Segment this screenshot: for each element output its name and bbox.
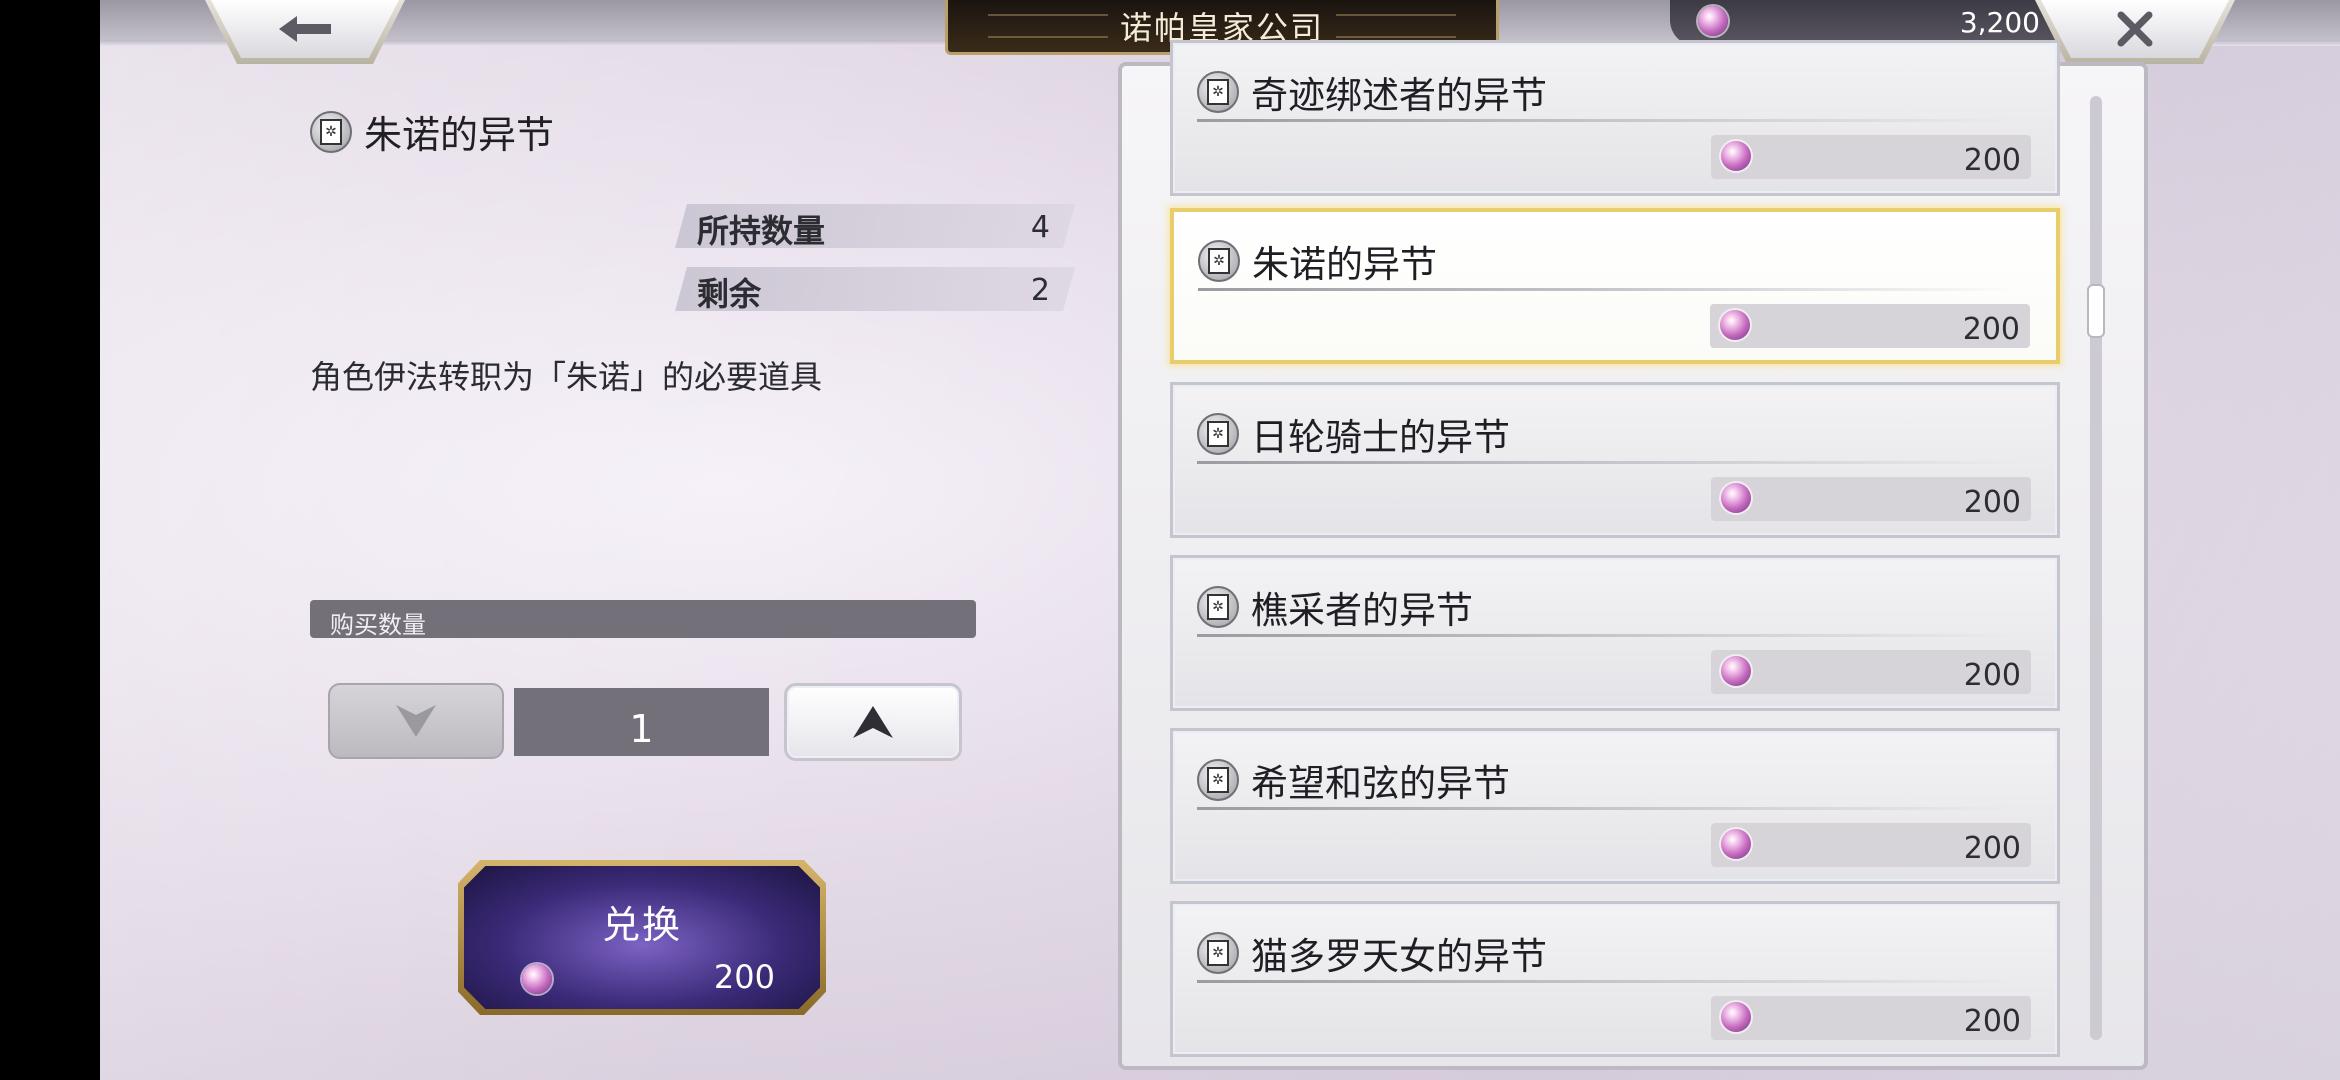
list-item[interactable]: ✲ 猫多罗天女的异节 200 — [1170, 901, 2060, 1057]
list-item-price: 200 — [1711, 477, 2031, 521]
gem-icon — [1721, 141, 1751, 171]
exchange-button-face[interactable]: 兑换 200 — [464, 866, 820, 1009]
gem-icon — [1721, 656, 1751, 686]
list-item-title: ✲ 希望和弦的异节 — [1197, 753, 1510, 807]
list-item-price: 200 — [1711, 823, 2031, 867]
list-item-title: ✲ 朱诺的异节 — [1198, 234, 1437, 288]
list-item-price-value: 200 — [1963, 1004, 2021, 1039]
detail-item-name: 朱诺的异节 — [364, 113, 555, 157]
book-icon: ✲ — [1197, 413, 1239, 455]
list-item-name: 猫多罗天女的异节 — [1251, 935, 1547, 978]
gem-icon — [1721, 1002, 1751, 1032]
list-item[interactable]: ✲ 日轮骑士的异节 200 — [1170, 382, 2060, 538]
divider — [1197, 807, 2017, 810]
gem-icon — [1721, 483, 1751, 513]
list-item-price-value: 200 — [1962, 312, 2020, 347]
quantity-decrease-button[interactable] — [328, 683, 504, 759]
divider — [1197, 980, 2017, 983]
list-item-price-value: 200 — [1963, 143, 2021, 178]
book-icon: ✲ — [1197, 759, 1239, 801]
back-button[interactable] — [205, 0, 405, 64]
list-item-title: ✲ 猫多罗天女的异节 — [1197, 926, 1547, 980]
quantity-label: 购买数量 — [330, 611, 426, 639]
list-item-price-value: 200 — [1963, 831, 2021, 866]
left-arrow-icon — [279, 16, 331, 42]
list-item-name: 希望和弦的异节 — [1251, 762, 1510, 805]
book-icon: ✲ — [1198, 240, 1240, 282]
back-button-face[interactable] — [211, 0, 399, 58]
list-item-name: 樵采者的异节 — [1251, 589, 1473, 632]
list-item-price: 200 — [1710, 304, 2030, 348]
list-item-price: 200 — [1711, 135, 2031, 179]
list-item-price: 200 — [1711, 996, 2031, 1040]
owned-label: 所持数量 — [697, 212, 826, 250]
gem-icon — [522, 964, 552, 994]
remaining-value: 2 — [1030, 273, 1050, 308]
gem-icon — [1698, 6, 1728, 36]
list-item-price-value: 200 — [1963, 485, 2021, 520]
title-decoration-left — [988, 14, 1108, 38]
divider — [1197, 119, 2017, 122]
divider — [1197, 461, 2017, 464]
list-item-title: ✲ 奇迹绑述者的异节 — [1197, 65, 1547, 119]
close-x-icon — [2117, 11, 2153, 47]
owned-count-row: 所持数量 4 — [675, 204, 1075, 248]
quantity-value[interactable]: 1 — [514, 688, 769, 756]
list-item-name: 朱诺的异节 — [1252, 243, 1437, 286]
list-item-price: 200 — [1711, 650, 2031, 694]
list-scroll-thumb[interactable] — [2087, 284, 2105, 338]
list-item[interactable]: ✲ 希望和弦的异节 200 — [1170, 728, 2060, 884]
owned-value: 4 — [1030, 210, 1050, 245]
book-icon: ✲ — [310, 110, 352, 153]
exchange-label: 兑换 — [601, 903, 682, 947]
chevron-down-icon — [396, 705, 436, 737]
exchange-button[interactable]: 兑换 200 — [458, 860, 826, 1015]
remaining-label: 剩余 — [697, 275, 762, 313]
remaining-row: 剩余 2 — [675, 267, 1075, 311]
list-item[interactable]: ✲ 朱诺的异节 200 — [1170, 208, 2060, 364]
item-description: 角色伊法转职为「朱诺」的必要道具 — [310, 358, 823, 396]
list-item-name: 奇迹绑述者的异节 — [1251, 74, 1547, 117]
chevron-up-icon — [853, 706, 893, 738]
close-button[interactable] — [2035, 0, 2235, 64]
quantity-header: 购买数量 — [310, 600, 976, 639]
currency-value: 3,200 — [1959, 6, 2040, 39]
close-button-face[interactable] — [2041, 0, 2229, 58]
quantity-increase-button[interactable] — [784, 683, 962, 761]
list-item-title: ✲ 日轮骑士的异节 — [1197, 407, 1510, 461]
book-icon: ✲ — [1197, 71, 1239, 113]
list-scrollbar[interactable] — [2090, 96, 2102, 1040]
divider — [1197, 634, 2017, 637]
detail-item-title: ✲ 朱诺的异节 — [310, 104, 554, 159]
title-decoration-right — [1336, 14, 1456, 38]
book-icon: ✲ — [1197, 586, 1239, 628]
exchange-cost: 200 — [713, 958, 775, 996]
list-item[interactable]: ✲ 樵采者的异节 200 — [1170, 555, 2060, 711]
gem-icon — [1721, 829, 1751, 859]
book-icon: ✲ — [1197, 932, 1239, 974]
shop-screen: 诺帕皇家公司 3,200 ✲ 朱诺的异节 所持数量 4 剩余 2 角色伊法转职为… — [100, 0, 2340, 1080]
list-item-title: ✲ 樵采者的异节 — [1197, 580, 1473, 634]
divider — [1198, 288, 2016, 291]
list-item-name: 日轮骑士的异节 — [1251, 416, 1510, 459]
gem-icon — [1720, 310, 1750, 340]
list-item[interactable]: ✲ 奇迹绑述者的异节 200 — [1170, 40, 2060, 196]
list-item-price-value: 200 — [1963, 658, 2021, 693]
